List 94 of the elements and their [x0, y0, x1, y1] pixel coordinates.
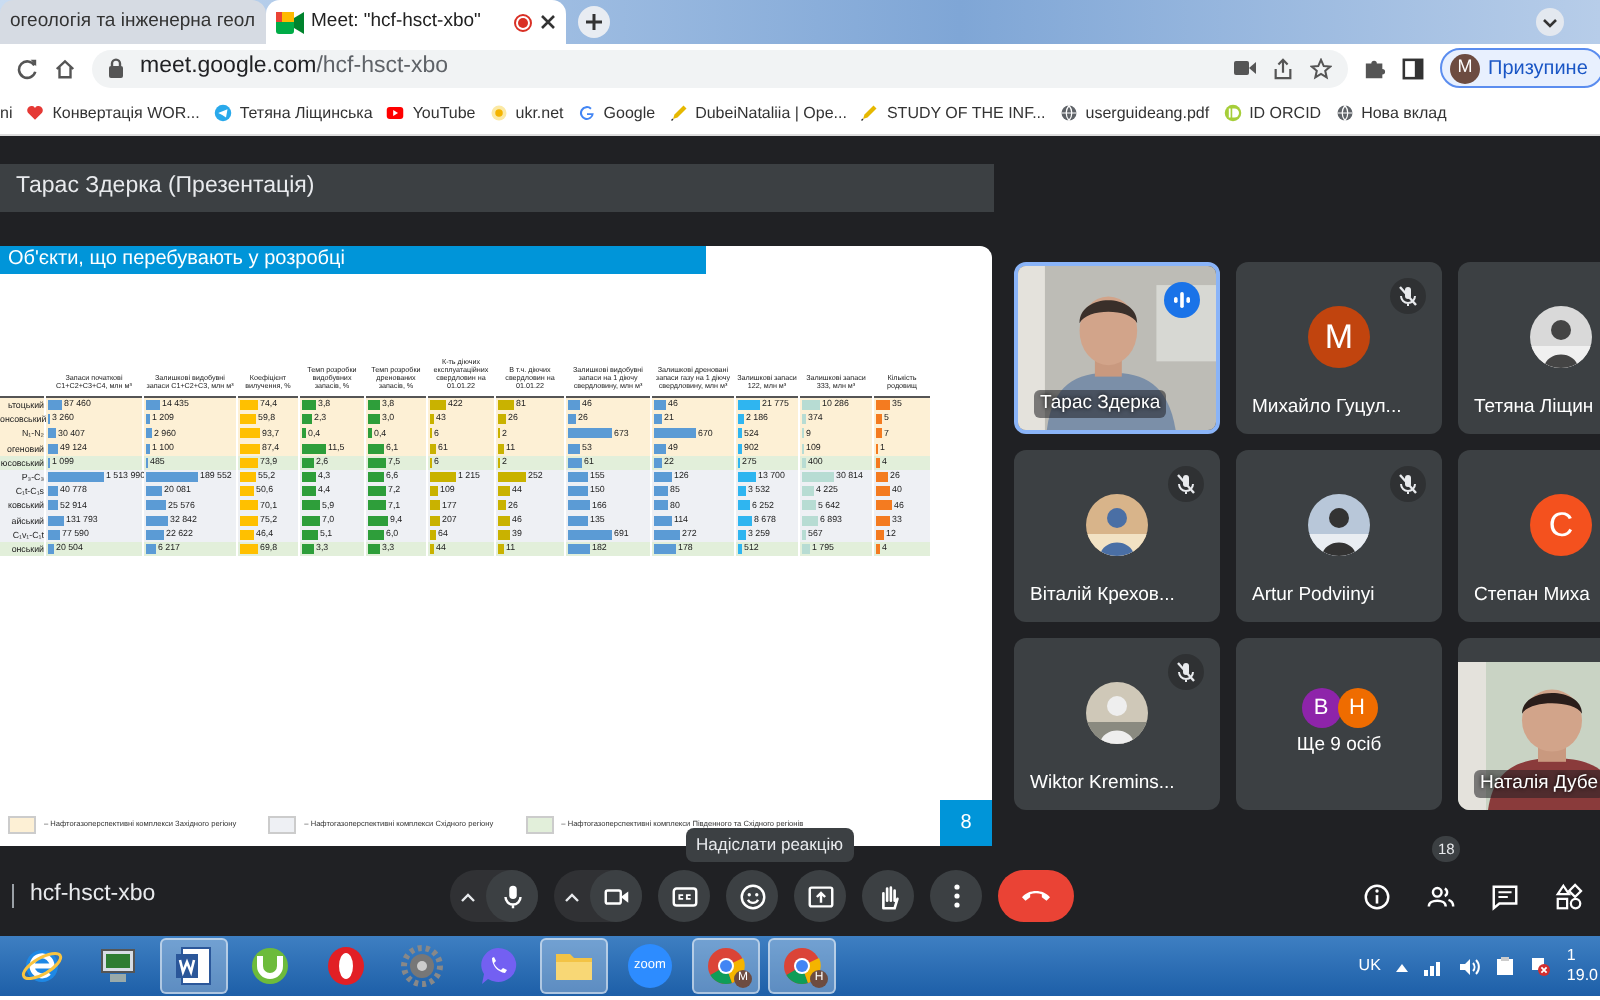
avatar: C [1530, 494, 1592, 556]
participant-name: Михайло Гуцул... [1252, 393, 1402, 422]
shapes-icon [1553, 881, 1583, 911]
gear-icon [400, 944, 444, 988]
computer-icon [96, 944, 140, 988]
slide-title: Об'єкти, що перебувають у розробці [0, 246, 706, 274]
captions-icon [669, 881, 699, 911]
globe-icon [1059, 104, 1078, 122]
star-icon[interactable] [1310, 57, 1332, 79]
browser-tab[interactable]: Meet: "hcf-hsct-xbo" [265, 0, 565, 44]
bookmark[interactable]: ni [0, 101, 13, 125]
pencil-icon [860, 104, 879, 122]
bookmark[interactable]: userguideang.pdf [1059, 101, 1210, 125]
globe-icon [1335, 104, 1354, 122]
caret-icon [460, 891, 476, 901]
present-button[interactable] [794, 870, 846, 922]
speaker-icon[interactable] [1460, 957, 1481, 975]
bookmark[interactable]: ukr.net [489, 101, 564, 125]
keyboard-language[interactable]: UK [1358, 954, 1381, 978]
chrome-icon [704, 944, 748, 988]
participant-name: Artur Podviinyi [1252, 581, 1375, 610]
participant-name: Наталія Дубе [1474, 769, 1600, 798]
meeting-code: hcf-hsct-xbo [30, 880, 156, 911]
participant-name: Степан Миха [1474, 581, 1590, 610]
mic-button[interactable] [486, 870, 538, 922]
bookmark[interactable]: Google [577, 101, 656, 125]
avatar: B [1301, 688, 1341, 728]
tooltip: Надіслати реакцію [686, 828, 853, 862]
captions-button[interactable] [658, 870, 710, 922]
document-w-icon [172, 944, 216, 988]
participant-name: Ще 9 осіб [1294, 731, 1384, 760]
bookmark[interactable]: DubeiNataliia | Ope... [669, 101, 847, 125]
sun-icon [489, 104, 508, 122]
participant-name: Тарас Здерка [1034, 389, 1167, 418]
meet-logo-icon [275, 11, 303, 33]
caret-icon [564, 891, 580, 901]
avatar: H [1337, 688, 1377, 728]
emoji-button[interactable] [726, 870, 778, 922]
taskbar-app[interactable] [160, 938, 228, 994]
info-icon [1361, 881, 1391, 911]
participant-name: Wiktor Kremins... [1030, 769, 1175, 798]
share-icon[interactable] [1272, 57, 1294, 79]
new-tab-icon[interactable] [577, 6, 609, 38]
chrome-icon [780, 944, 824, 988]
present-screen-icon [805, 881, 835, 911]
address-bar[interactable]: meet.google.com/hcf-hsct-xbo [92, 49, 1348, 87]
more-button[interactable] [930, 870, 982, 922]
play-icon [386, 104, 405, 122]
tab-search-icon[interactable] [1536, 8, 1564, 36]
paper-plane-icon [213, 104, 232, 122]
smiley-icon [737, 881, 767, 911]
camera-icon[interactable] [1234, 60, 1256, 76]
chat-icon [1489, 881, 1519, 911]
hand-button[interactable] [862, 870, 914, 922]
extensions-icon[interactable] [1364, 57, 1386, 79]
more-options-icon [953, 884, 959, 908]
opera-icon [324, 944, 368, 988]
bookmark[interactable]: STUDY OF THE INF... [860, 101, 1046, 125]
orcid-icon [1223, 104, 1242, 122]
heart-icon [26, 104, 45, 122]
browser-tab[interactable]: огеологія та інженерна геол [0, 0, 265, 44]
participant-name: Тетяна Ліщин [1474, 393, 1594, 422]
signal-icon[interactable] [1424, 957, 1445, 975]
home-icon[interactable] [54, 57, 76, 79]
page-number: 8 [940, 800, 992, 846]
people-icon [1425, 881, 1455, 911]
hang-up-icon [1022, 890, 1050, 902]
browser-e-icon [20, 944, 64, 988]
phone-bubble-icon [476, 944, 520, 988]
bookmark[interactable]: Нова вклад [1335, 101, 1447, 125]
reload-icon[interactable] [16, 57, 38, 79]
bookmark[interactable]: YouTube [386, 101, 476, 125]
presenter-title: Тарас Здерка (Презентація) [0, 164, 994, 212]
mu-icon [248, 944, 292, 988]
close-icon[interactable] [539, 14, 555, 30]
bookmark[interactable]: Конвертація WOR... [26, 101, 200, 125]
camera-button[interactable] [590, 870, 642, 922]
speaking-icon [1164, 282, 1200, 318]
google-icon [577, 104, 596, 122]
bookmark[interactable]: ID ORCID [1223, 101, 1322, 125]
profile-avatar: M [1450, 53, 1480, 83]
lock-icon [108, 58, 124, 78]
participant-name: Віталій Крехов... [1030, 581, 1175, 610]
clipboard-icon[interactable] [1496, 956, 1515, 976]
show-hidden-icon[interactable] [1396, 961, 1409, 971]
bookmark[interactable]: Тетяна Ліщинська [213, 101, 373, 125]
end-call-button[interactable] [998, 870, 1074, 922]
profile-button[interactable]: M Призупине [1440, 48, 1600, 88]
side-panel-icon[interactable] [1402, 57, 1424, 79]
avatar: M [1308, 306, 1370, 368]
clock[interactable]: 1 19.0 [1566, 946, 1598, 986]
url-text: meet.google.com/hcf-hsct-xbo [140, 52, 451, 83]
flag-error-icon[interactable] [1530, 956, 1551, 976]
pencil-icon [669, 104, 688, 122]
